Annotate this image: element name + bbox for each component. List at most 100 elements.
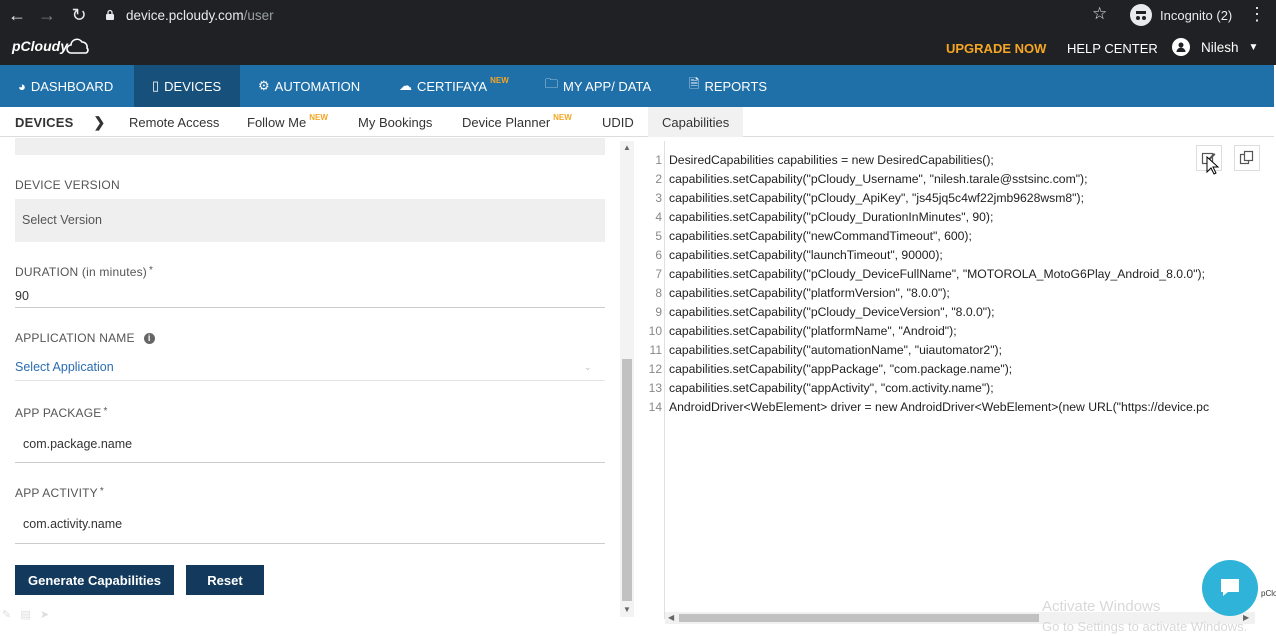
previous-select-field[interactable]	[15, 138, 605, 155]
scroll-down-icon[interactable]: ▼	[623, 605, 631, 614]
code-text: capabilities.setCapability("appPackage",…	[669, 361, 1013, 376]
address-bar[interactable]: device.pcloudy.com/user	[104, 3, 1120, 27]
subnav-title: DEVICES ❯	[15, 107, 105, 137]
faded-toolbar-icons: ✎ ▤ ➤	[2, 609, 50, 621]
caret-down-icon: ▼	[1248, 41, 1259, 53]
nav-automation[interactable]: ⚙ AUTOMATION	[240, 65, 381, 107]
activate-windows-watermark: Activate Windows	[1042, 598, 1161, 615]
code-line: 14 AndroidDriver<WebElement> driver = new…	[640, 397, 1209, 416]
incognito-icon	[1130, 4, 1152, 26]
folder-icon: 🗀	[545, 76, 559, 91]
code-line: 13 capabilities.setCapability("appActivit…	[640, 378, 994, 397]
divider	[15, 543, 605, 544]
tab-capabilities[interactable]: Capabilities	[648, 107, 744, 137]
reload-icon[interactable]: ↻	[66, 0, 92, 30]
nav-dashboard[interactable]: ◕ DASHBOARD	[0, 65, 134, 107]
tab-label: Follow Me	[247, 114, 307, 130]
tab-label: Device Planner	[462, 114, 551, 130]
scrollbar-thumb[interactable]	[679, 614, 1039, 622]
generate-capabilities-button[interactable]: Generate Capabilities	[15, 565, 174, 595]
required-asterisk: *	[149, 265, 154, 276]
tiny-logo-text: pClo	[1261, 589, 1276, 598]
duration-label: DURATION (in minutes) *	[15, 265, 153, 279]
line-number: 11	[649, 342, 662, 357]
nav-reports[interactable]: 🗎 REPORTS	[671, 65, 781, 107]
copy-icon[interactable]	[1234, 145, 1260, 171]
logo-text: pCloudy	[12, 38, 68, 54]
code-line: 10 capabilities.setCapability("platformNa…	[640, 321, 957, 340]
help-center-link[interactable]: HELP CENTER	[1067, 41, 1158, 56]
code-text: capabilities.setCapability("pCloudy_User…	[669, 171, 1088, 186]
line-number: 9	[655, 304, 662, 319]
chevron-right-icon: ❯	[93, 113, 106, 130]
tab-my-bookings[interactable]: My Bookings	[358, 107, 432, 137]
code-text: capabilities.setCapability("platformVers…	[669, 285, 950, 300]
code-line: 12 capabilities.setCapability("appPackage…	[640, 359, 1013, 378]
back-arrow-icon[interactable]: ←	[4, 0, 30, 30]
required-asterisk: *	[103, 406, 108, 417]
browser-toolbar: ← → ↻ device.pcloudy.com/user ☆ Incognit…	[0, 0, 1276, 30]
tab-remote-access[interactable]: Remote Access	[129, 107, 219, 137]
capabilities-code-editor[interactable]: 1 DesiredCapabilities capabilities = new …	[640, 141, 1276, 627]
duration-label-text: DURATION (in minutes)	[15, 265, 147, 279]
app-package-input[interactable]: com.package.name	[23, 437, 132, 451]
code-text: capabilities.setCapability("appActivity"…	[669, 380, 994, 395]
line-number: 5	[655, 228, 662, 243]
scrollbar-thumb[interactable]	[622, 359, 632, 601]
app-header: pCloudy UPGRADE NOW HELP CENTER Nilesh ▼	[0, 30, 1276, 65]
tab-follow-me[interactable]: Follow Me NEW	[247, 107, 328, 137]
browser-menu-icon[interactable]: ⋮	[1248, 4, 1266, 25]
cloud-icon: ☁	[399, 78, 412, 93]
gears-icon: ⚙	[258, 78, 270, 93]
tab-udid[interactable]: UDID	[602, 107, 634, 137]
user-menu[interactable]: Nilesh ▼	[1172, 38, 1258, 56]
scroll-left-icon[interactable]: ◀	[668, 613, 674, 622]
divider	[15, 462, 605, 463]
incognito-indicator[interactable]: Incognito (2)	[1130, 4, 1232, 26]
upgrade-now-link[interactable]: UPGRADE NOW	[946, 41, 1046, 56]
scroll-up-icon[interactable]: ▲	[623, 143, 631, 152]
code-line: 3 capabilities.setCapability("pCloudy_Api…	[640, 188, 1084, 207]
app-activity-input[interactable]: com.activity.name	[23, 517, 122, 531]
code-line: 6 capabilities.setCapability("launchTimeo…	[640, 245, 942, 264]
tab-label: Remote Access	[129, 114, 220, 130]
line-number: 13	[648, 380, 662, 395]
new-badge: NEW	[490, 75, 509, 85]
device-version-select[interactable]: Select Version	[15, 199, 605, 242]
line-number: 3	[655, 190, 662, 205]
line-number: 4	[655, 209, 662, 224]
document-icon: 🗎	[689, 76, 700, 91]
app-package-label: APP PACKAGE *	[15, 406, 108, 420]
url-path: /user	[243, 7, 274, 23]
pcloudy-logo[interactable]: pCloudy	[12, 36, 92, 56]
tab-label: My Bookings	[358, 114, 433, 130]
nav-certifaya[interactable]: ☁ CERTIFAYA NEW	[381, 65, 527, 107]
user-name: Nilesh	[1201, 39, 1239, 55]
forward-arrow-icon[interactable]: →	[34, 0, 60, 30]
tab-label: UDID	[602, 114, 634, 130]
tab-device-planner[interactable]: Device Planner NEW	[462, 107, 572, 137]
subnav-title-text: DEVICES	[15, 114, 74, 130]
nav-my-app-data[interactable]: 🗀 MY APP/ DATA	[527, 65, 671, 107]
chat-widget-button[interactable]	[1202, 560, 1258, 616]
line-number: 2	[655, 171, 662, 186]
code-line: 1 DesiredCapabilities capabilities = new …	[640, 150, 994, 169]
divider	[15, 380, 605, 381]
info-icon[interactable]: i	[143, 332, 155, 344]
code-text: DesiredCapabilities capabilities = new D…	[669, 152, 994, 167]
line-number: 7	[655, 266, 662, 281]
form-scrollbar[interactable]: ▲ ▼	[620, 141, 634, 617]
code-text: capabilities.setCapability("platformName…	[669, 323, 957, 338]
code-text: capabilities.setCapability("pCloudy_Dura…	[669, 209, 994, 224]
duration-input[interactable]: 90	[15, 289, 29, 303]
application-select[interactable]: Select Application	[15, 360, 114, 374]
nav-devices[interactable]: ▯ DEVICES	[134, 65, 240, 107]
code-text: capabilities.setCapability("launchTimeou…	[669, 247, 943, 262]
line-number: 6	[655, 247, 662, 262]
nav-reports-label: REPORTS	[704, 78, 768, 94]
chevron-down-icon: ⌄	[584, 362, 592, 372]
code-line: 7 capabilities.setCapability("pCloudy_Dev…	[640, 264, 1205, 283]
bookmark-star-icon[interactable]: ☆	[1092, 4, 1107, 24]
reset-button[interactable]: Reset	[186, 565, 264, 595]
main-nav: ◕ DASHBOARD ▯ DEVICES ⚙ AUTOMATION ☁ CER…	[0, 65, 1274, 107]
